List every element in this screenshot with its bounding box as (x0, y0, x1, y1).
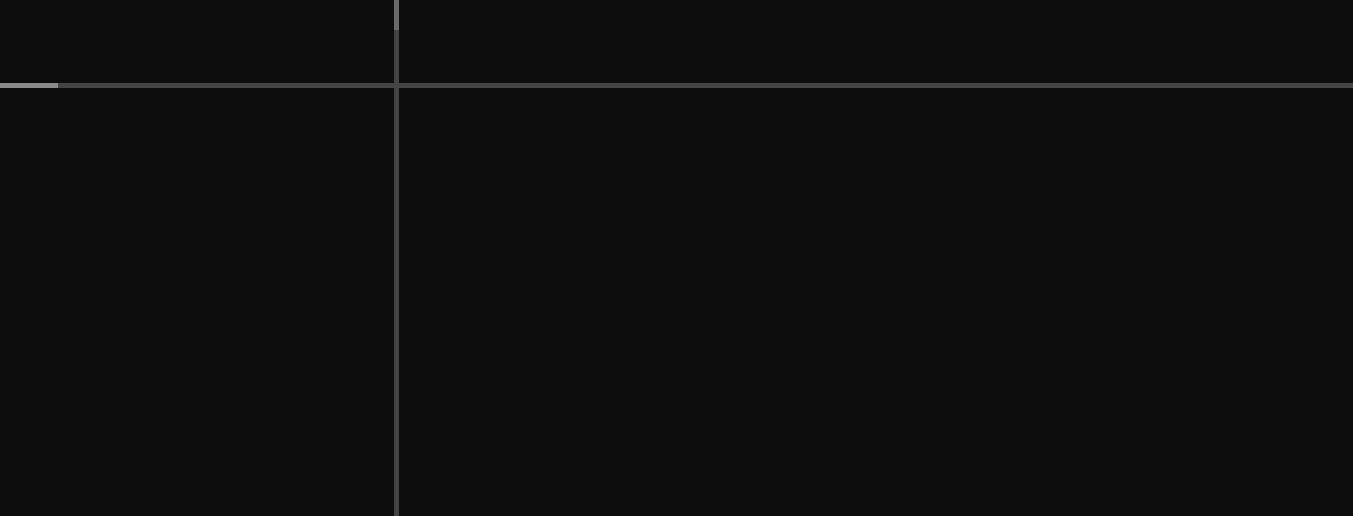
frozen-rows-handle[interactable] (0, 83, 58, 88)
frozen-columns-divider[interactable] (394, 0, 399, 516)
frozen-rows-divider[interactable] (0, 83, 1353, 88)
frozen-columns-handle[interactable] (394, 0, 399, 30)
